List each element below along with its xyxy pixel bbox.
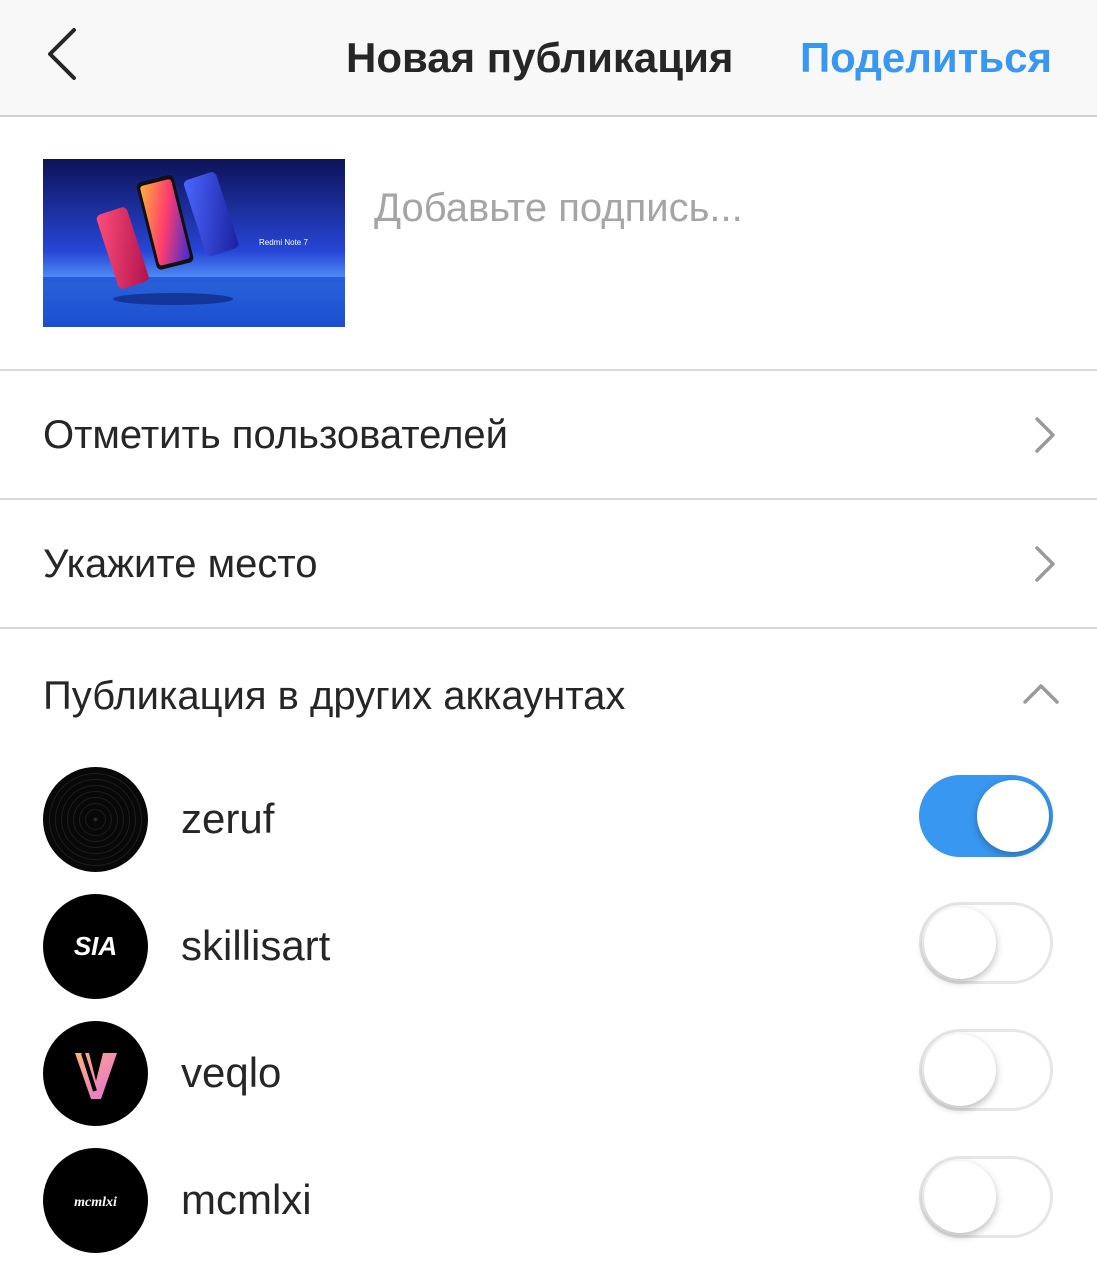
share-button[interactable]: Поделиться <box>800 34 1052 82</box>
post-thumbnail[interactable]: Redmi Note 7 <box>43 159 345 327</box>
mcmlxi-logo-icon: mcmlxi <box>43 1148 148 1253</box>
account-row: veqlo <box>0 1009 1097 1136</box>
account-row: mcmlxi mcmlxi <box>0 1136 1097 1263</box>
tag-people-label: Отметить пользователей <box>43 413 509 457</box>
account-toggle[interactable] <box>919 1029 1053 1111</box>
account-toggle[interactable] <box>919 902 1053 984</box>
avatar[interactable]: mcmlxi <box>43 1148 148 1253</box>
chevron-up-icon[interactable] <box>1021 682 1061 706</box>
compose-section: Redmi Note 7 <box>0 117 1097 371</box>
page-title: Новая публикация <box>346 34 734 81</box>
avatar[interactable] <box>43 767 148 872</box>
chevron-right-icon <box>1035 417 1055 453</box>
sia-logo-icon: SIA <box>43 894 148 999</box>
avatar[interactable]: SIA <box>43 894 148 999</box>
caption-input[interactable] <box>374 183 1034 233</box>
account-name: mcmlxi <box>181 1176 312 1223</box>
add-location-label: Укажите место <box>43 542 318 586</box>
account-toggle[interactable] <box>919 1156 1053 1238</box>
top-nav-bar: Новая публикация Поделиться <box>0 0 1097 117</box>
sia-logo-text: SIA <box>74 931 117 961</box>
chevron-right-icon <box>1035 546 1055 582</box>
thumbnail-brand-text: Redmi Note 7 <box>259 238 308 247</box>
thumbnail-image: Redmi Note 7 <box>43 159 345 327</box>
account-toggle[interactable] <box>919 775 1053 857</box>
account-name: veqlo <box>181 1049 282 1096</box>
toggle-knob <box>977 780 1049 852</box>
mcmlxi-logo-text: mcmlxi <box>74 1195 117 1210</box>
toggle-knob <box>924 907 996 979</box>
account-row: SIA skillisart <box>0 882 1097 1009</box>
toggle-knob <box>924 1161 996 1233</box>
avatar[interactable] <box>43 1021 148 1126</box>
account-row: zeruf <box>0 755 1097 882</box>
v-logo-icon <box>43 1021 148 1126</box>
toggle-knob <box>924 1034 996 1106</box>
account-name: skillisart <box>181 922 331 969</box>
cross-post-label: Публикация в других аккаунтах <box>43 674 626 718</box>
vinyl-logo-icon <box>43 767 148 872</box>
account-name: zeruf <box>181 795 275 842</box>
tag-people-row[interactable]: Отметить пользователей <box>0 371 1097 500</box>
cross-post-header: Публикация в других аккаунтах <box>0 630 1097 755</box>
back-button[interactable] <box>38 24 90 84</box>
add-location-row[interactable]: Укажите место <box>0 500 1097 629</box>
chevron-left-icon <box>48 28 76 80</box>
